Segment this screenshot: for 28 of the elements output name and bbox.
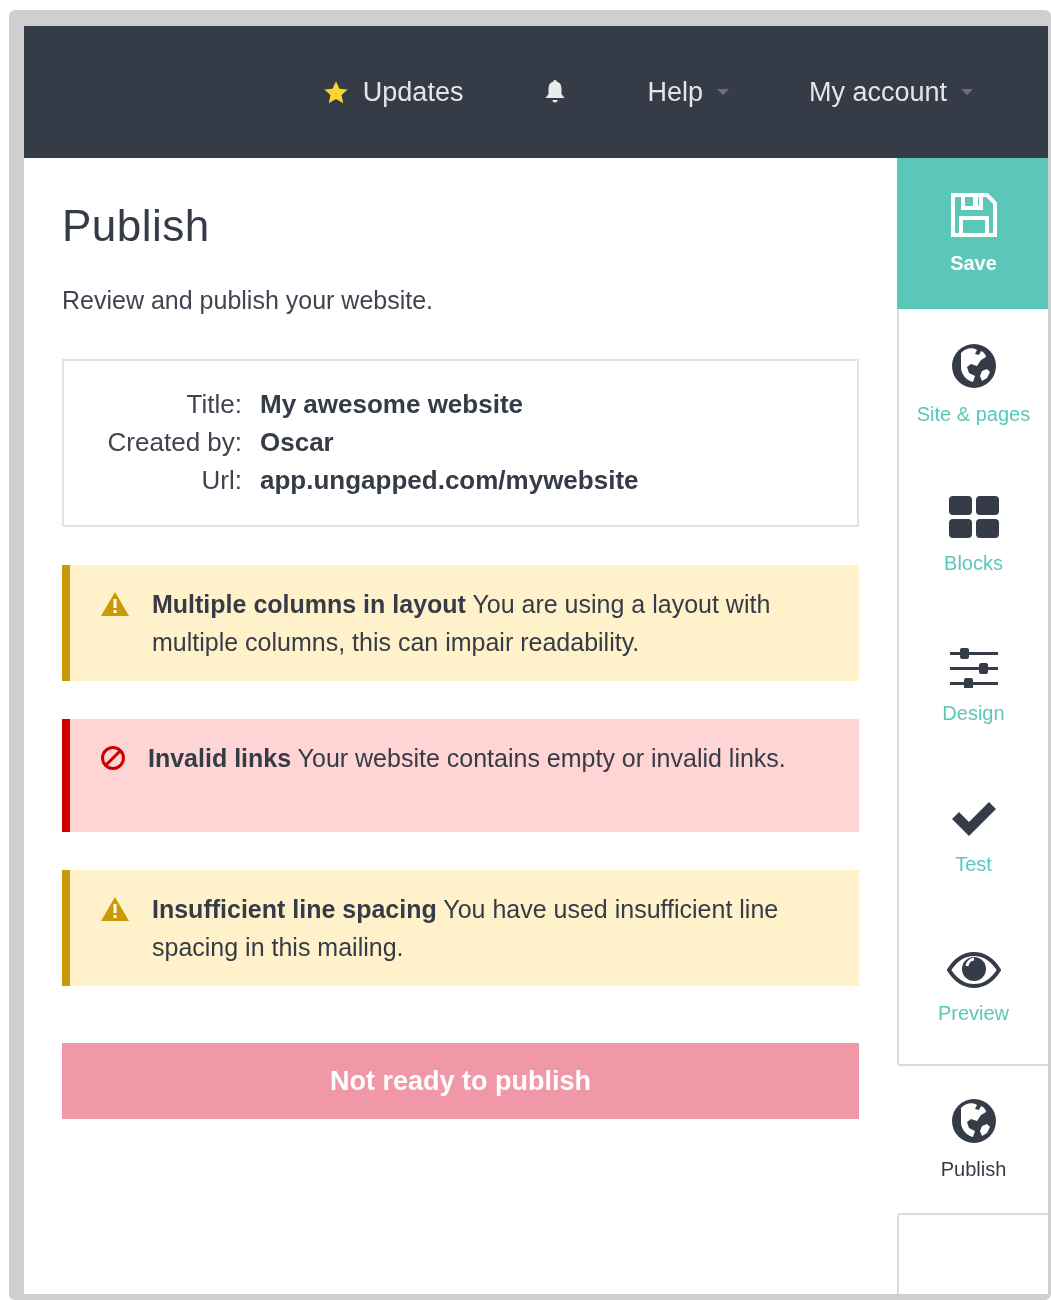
warning-icon — [100, 591, 130, 617]
save-icon — [949, 192, 998, 238]
alert-message: Multiple columns in layout You are using a layout with multiple columns, this can impair readability. — [152, 589, 772, 658]
eye-icon — [946, 952, 1001, 988]
page-title: Publish — [62, 200, 211, 252]
warning-icon — [100, 896, 130, 922]
star-icon — [322, 79, 349, 105]
page-subtitle: Review and publish your website. — [62, 286, 435, 315]
detail-label: Title: — [185, 389, 242, 419]
detail-label: Url: — [200, 465, 242, 495]
blocks-icon — [948, 496, 999, 538]
menu-dropdown[interactable]: Help — [647, 76, 729, 108]
detail-value: Oscar — [260, 427, 335, 457]
ban-icon — [100, 745, 126, 771]
alert-message: Insufficient line spacing You have used insufficient line spacing in this mailing. — [152, 894, 780, 963]
detail-value: My awesome website — [260, 389, 524, 419]
detail-value: app.ungapped.com/mywebsite — [260, 465, 640, 495]
sliders-icon — [949, 648, 998, 688]
detail-label: Created by: — [106, 427, 242, 457]
save-button[interactable]: Save — [897, 158, 1048, 309]
alert-message: Invalid links Your website contains empty or invalid links. — [148, 743, 786, 774]
caret-icon — [961, 89, 973, 95]
globe-icon — [950, 343, 997, 389]
caret-icon — [716, 89, 729, 95]
updates-link[interactable]: Updates — [322, 76, 464, 108]
globe-icon — [950, 1098, 997, 1144]
menu-dropdown[interactable]: My account — [808, 76, 973, 108]
sidebar-item[interactable]: Publish — [897, 1064, 1048, 1215]
